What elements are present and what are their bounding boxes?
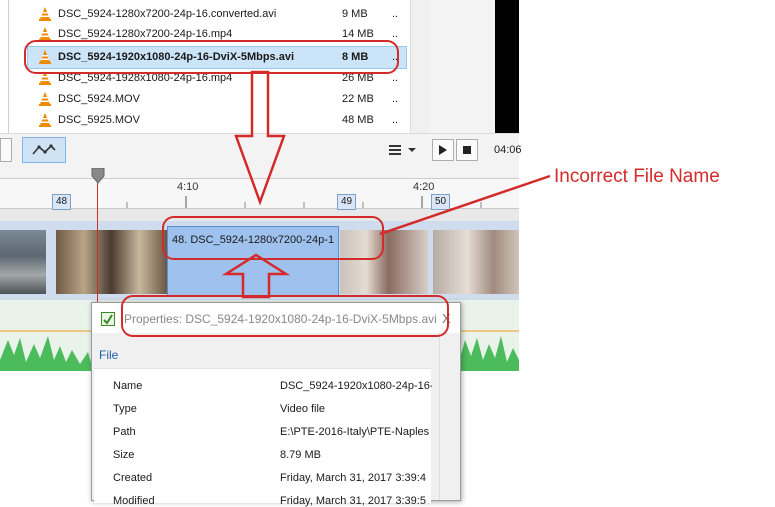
annotation-arrows [221, 70, 551, 299]
annotation-label: Incorrect File Name [554, 166, 720, 187]
